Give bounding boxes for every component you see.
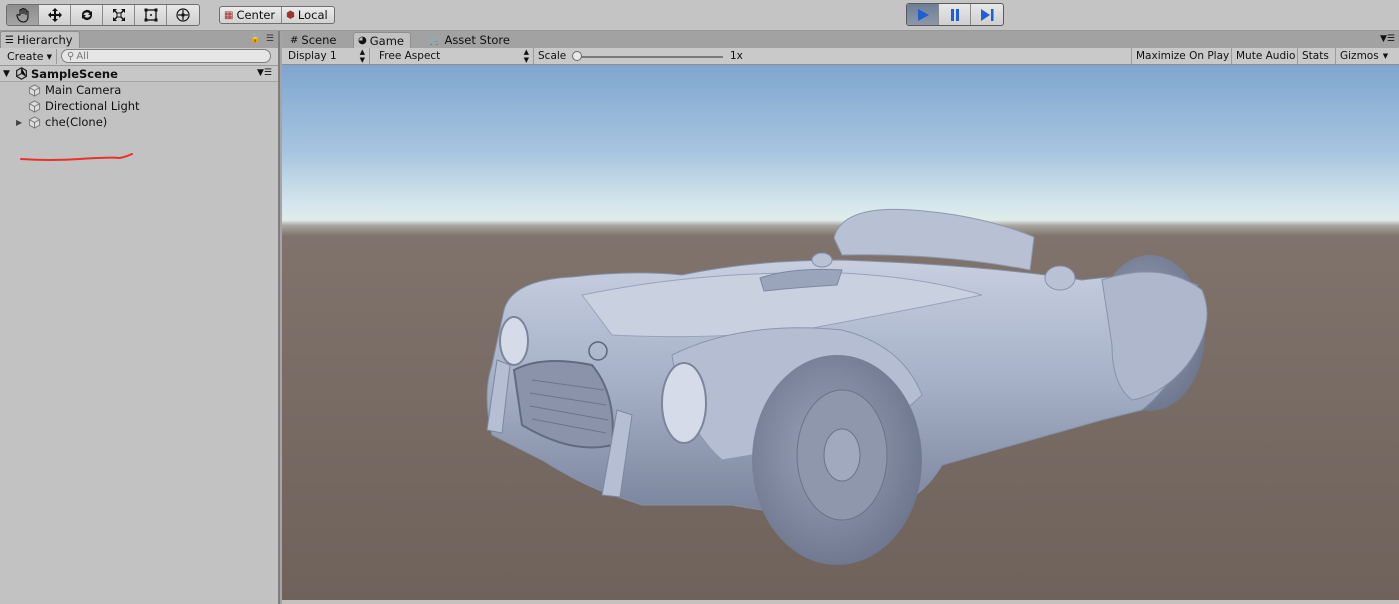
dropdown-caret-icon: ▼ — [1382, 52, 1389, 60]
create-label: Create — [7, 50, 44, 63]
list-item-label: Directional Light — [45, 99, 140, 113]
scale-slider-track[interactable] — [575, 56, 723, 58]
hierarchy-panel: ☰ Hierarchy 🔒 ☰ Create ▼ ⚲ All ▼ SampleS… — [0, 31, 280, 604]
local-cube-icon: ⬢ — [286, 9, 295, 21]
scale-label: Scale — [538, 50, 567, 62]
search-placeholder: All — [76, 50, 89, 62]
create-dropdown[interactable]: Create ▼ — [3, 49, 57, 64]
scene-root-row[interactable]: ▼ SampleScene ▼☰ — [0, 66, 278, 82]
playback-controls — [906, 3, 1004, 26]
hierarchy-tabbar: ☰ Hierarchy 🔒 ☰ — [0, 31, 278, 48]
maximize-on-play-button[interactable]: Maximize On Play — [1131, 48, 1233, 64]
hierarchy-search-input[interactable]: ⚲ All — [61, 49, 271, 63]
game-view-bottom-edge — [282, 600, 1399, 604]
main-toolbar: ▦ Center ⬢ Local — [0, 0, 1399, 31]
aspect-label: Free Aspect — [379, 50, 441, 62]
game-view-toolbar: Display 1 ▲ ▼ Free Aspect ▲ ▼ Scale 1x Max… — [282, 48, 1399, 65]
button-label: Mute Audio — [1236, 50, 1296, 62]
list-item-label: Main Camera — [45, 83, 122, 97]
transform-tool-button[interactable] — [167, 5, 199, 25]
scale-slider-handle[interactable] — [572, 51, 582, 61]
pause-button[interactable] — [939, 4, 971, 25]
panel-menu-icon[interactable]: ☰ — [266, 34, 274, 44]
pivot-toggles: ▦ Center ⬢ Local — [219, 6, 335, 24]
play-button[interactable] — [907, 4, 939, 25]
hierarchy-tab-label: Hierarchy — [16, 33, 73, 47]
list-item-che-clone[interactable]: ▶ che(Clone) — [0, 114, 278, 130]
hand-icon — [15, 7, 29, 23]
pivot-mode-button[interactable]: ▦ Center — [220, 7, 283, 23]
gameobject-cube-icon — [28, 99, 41, 113]
pacman-icon: ◕ — [358, 35, 367, 46]
unity-scene-icon — [16, 67, 27, 80]
gameobject-cube-icon — [28, 115, 41, 129]
updown-caret-icon: ▲ ▼ — [523, 48, 529, 64]
rect-icon — [144, 8, 157, 22]
expand-arrow-icon[interactable]: ▼ — [3, 69, 15, 79]
gameobject-cube-icon — [28, 83, 41, 97]
display-dropdown[interactable]: Display 1 ▲ ▼ — [282, 48, 370, 64]
pivot-rotation-button[interactable]: ⬢ Local — [282, 7, 334, 23]
pause-icon — [950, 8, 959, 21]
rotate-tool-button[interactable] — [71, 5, 103, 25]
hierarchy-list: Main Camera Directional Light ▶ che(Clon… — [0, 82, 278, 130]
move-tool-button[interactable] — [39, 5, 71, 25]
list-item-directional-light[interactable]: Directional Light — [0, 98, 278, 114]
scene-menu-icon[interactable]: ▼☰ — [257, 68, 272, 78]
car-model — [486, 208, 1208, 565]
search-icon: ⚲ — [67, 50, 75, 62]
panel-menu-icon[interactable]: ▼☰ — [1380, 34, 1395, 44]
tab-label: Asset Store — [444, 33, 510, 47]
store-icon: 🛒 — [429, 34, 442, 46]
button-label: Maximize On Play — [1136, 50, 1230, 62]
gizmos-button[interactable]: Gizmos ▼ — [1335, 48, 1392, 64]
stats-button[interactable]: Stats — [1297, 48, 1333, 64]
list-item-label: che(Clone) — [45, 115, 108, 129]
tab-label: Game — [369, 33, 404, 48]
step-icon — [981, 8, 994, 21]
pivot-rotation-label: Local — [297, 8, 328, 22]
button-label: Stats — [1302, 50, 1329, 62]
scale-value: 1x — [730, 50, 743, 62]
list-icon: ☰ — [5, 34, 14, 46]
dropdown-caret-icon: ▼ — [46, 52, 52, 61]
display-label: Display 1 — [288, 50, 337, 62]
scale-icon — [112, 9, 125, 21]
game-panel-controls: ▼☰ — [1380, 34, 1395, 44]
tab-asset-store[interactable]: 🛒 Asset Store — [425, 32, 516, 48]
hand-tool-button[interactable] — [7, 5, 39, 25]
transform-icon — [176, 8, 190, 22]
grid-icon: # — [290, 34, 299, 46]
scene-name: SampleScene — [31, 66, 118, 81]
mute-audio-button[interactable]: Mute Audio — [1231, 48, 1299, 64]
updown-caret-icon: ▲ ▼ — [359, 48, 365, 64]
button-label: Gizmos — [1340, 50, 1379, 62]
scale-tool-button[interactable] — [103, 5, 135, 25]
tab-scene[interactable]: # Scene — [286, 32, 342, 48]
tab-label: Scene — [301, 33, 337, 47]
expand-arrow-icon[interactable]: ▶ — [16, 118, 22, 127]
aspect-dropdown[interactable]: Free Aspect ▲ ▼ — [373, 48, 534, 64]
transform-tools — [6, 4, 200, 26]
game-viewport[interactable] — [282, 65, 1399, 600]
lock-icon[interactable]: 🔒 — [250, 34, 261, 44]
red-annotation-underline — [20, 153, 133, 161]
move-icon — [47, 8, 62, 22]
rotate-icon — [81, 9, 92, 20]
pivot-mode-label: Center — [236, 8, 276, 22]
game-view-tabbar: # Scene ◕ Game 🛒 Asset Store ▼☰ — [282, 31, 1399, 48]
game-view-panel: # Scene ◕ Game 🛒 Asset Store ▼☰ Display … — [282, 31, 1399, 604]
pivot-center-icon: ▦ — [224, 9, 234, 21]
hierarchy-toolbar: Create ▼ ⚲ All — [0, 48, 278, 66]
rect-tool-button[interactable] — [135, 5, 167, 25]
list-item-main-camera[interactable]: Main Camera — [0, 82, 278, 98]
hierarchy-panel-controls: 🔒 ☰ — [250, 34, 274, 44]
tab-hierarchy[interactable]: ☰ Hierarchy — [0, 31, 80, 48]
play-icon — [917, 8, 929, 21]
step-button[interactable] — [971, 4, 1003, 25]
tab-game[interactable]: ◕ Game — [353, 32, 411, 48]
